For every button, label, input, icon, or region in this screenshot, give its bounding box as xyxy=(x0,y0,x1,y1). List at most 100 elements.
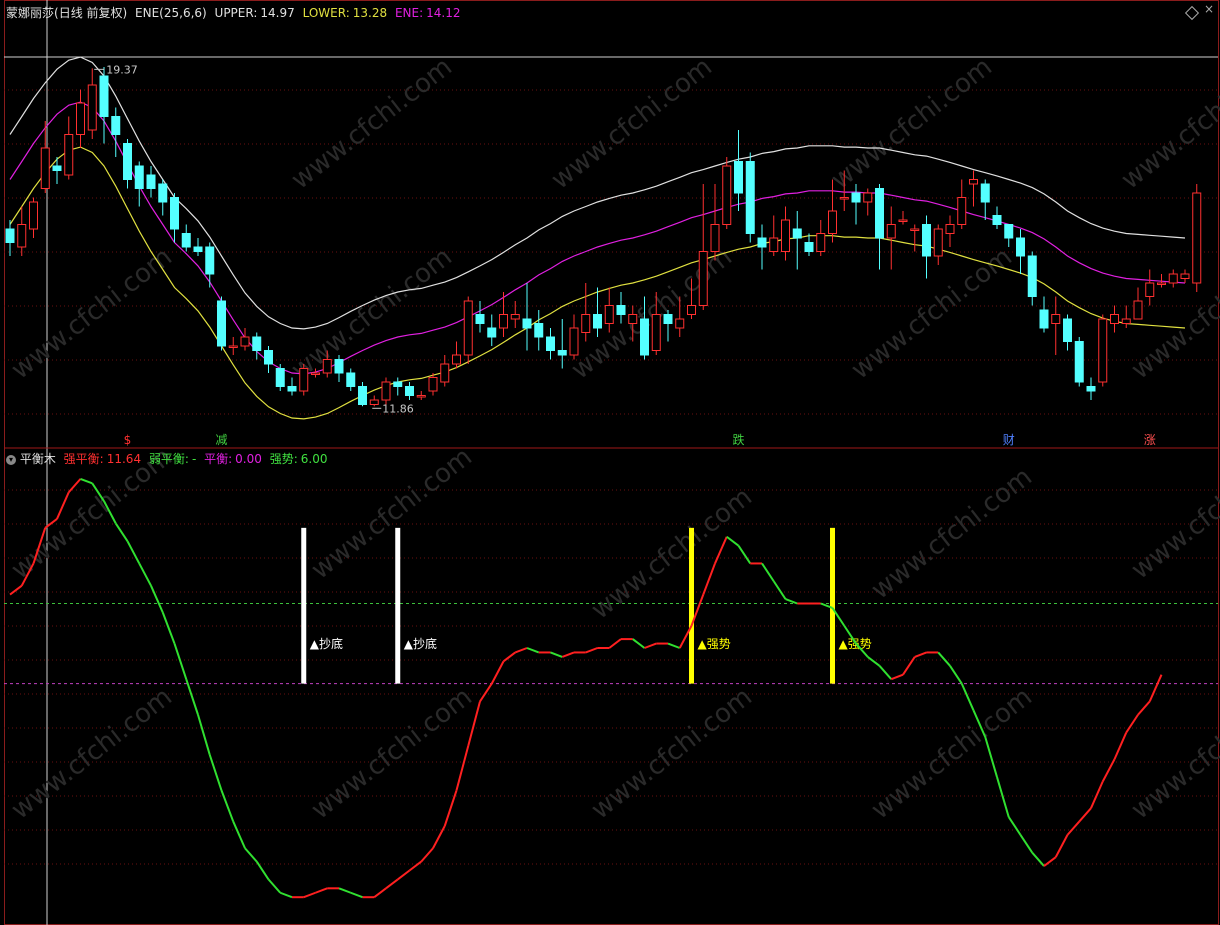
candle-body xyxy=(910,228,920,231)
candle-body xyxy=(1039,309,1049,329)
candle-body xyxy=(123,143,132,180)
candle-body xyxy=(181,233,191,248)
close-icon[interactable]: × xyxy=(1204,2,1214,16)
candle-body xyxy=(616,305,626,315)
chevron-down-icon[interactable]: ▾ xyxy=(6,454,16,465)
oscillator-segment xyxy=(408,860,422,872)
oscillator-segment xyxy=(561,651,575,658)
candle-body xyxy=(1004,224,1014,239)
candle-body xyxy=(640,318,649,356)
candle-body xyxy=(839,197,849,200)
ene-label: ENE: xyxy=(394,6,424,20)
candle-body xyxy=(381,381,391,401)
period-label[interactable]: (日线 前复权) xyxy=(54,6,127,20)
candle-body xyxy=(1074,341,1084,383)
upper-label: UPPER: xyxy=(214,6,258,20)
candle-body xyxy=(1121,318,1131,324)
oscillator-segment xyxy=(1101,758,1116,782)
candle-body xyxy=(581,314,591,333)
candle-body xyxy=(416,395,426,398)
oscillator-segment xyxy=(338,887,352,894)
oscillator-segment xyxy=(479,683,493,702)
candle-body xyxy=(111,116,121,135)
oscillator-segment xyxy=(197,714,211,756)
oscillator-segment xyxy=(667,642,681,649)
oscillator-segment xyxy=(80,477,93,485)
oscillator-segment xyxy=(244,847,258,863)
candle-body xyxy=(228,345,238,348)
candle-body xyxy=(393,381,403,387)
watermark-text: www.cfchi.com xyxy=(866,462,1038,606)
candle-body xyxy=(240,336,250,347)
candle-body xyxy=(957,197,967,225)
oscillator-segment xyxy=(949,665,963,685)
bottom-panel-header: ▾ 平衡木 强平衡: 11.64 弱平衡: - 平衡: 0.00 强势: 6.00 xyxy=(6,450,327,467)
stock-name[interactable]: 蒙娜丽莎 xyxy=(6,6,54,20)
candle-body xyxy=(205,246,215,275)
candle-body xyxy=(264,350,273,365)
candle-body xyxy=(546,336,555,351)
oscillator-segment xyxy=(890,673,904,681)
signal-bar xyxy=(301,527,307,684)
event-marker: 跌 xyxy=(732,432,744,447)
candle-body xyxy=(440,363,450,383)
candle-body xyxy=(816,233,826,252)
oscillator-segment xyxy=(1113,732,1128,760)
candle-body xyxy=(52,165,62,171)
oscillator-segment xyxy=(1066,820,1081,836)
candle-body xyxy=(1168,273,1178,284)
signal-label: ▲强势 xyxy=(698,637,731,651)
oscillator-segment xyxy=(1125,714,1139,734)
top-panel-header: 蒙娜丽莎(日线 前复权) ENE(25,6,6) UPPER: 14.97 LOW… xyxy=(6,4,460,21)
oscillator-segment xyxy=(644,642,657,649)
watermark-text: www.cfchi.com xyxy=(586,682,758,826)
watermark-text: www.cfchi.com xyxy=(6,242,178,386)
oscillator-segment xyxy=(385,878,399,890)
candle-body xyxy=(134,165,144,189)
signal-bar xyxy=(689,527,694,684)
candle-body xyxy=(158,183,168,203)
candle-body xyxy=(1063,318,1072,342)
candle-body xyxy=(992,215,1002,225)
candle-body xyxy=(428,377,438,392)
ene-value: 14.12 xyxy=(426,6,461,20)
oscillator-segment xyxy=(138,562,152,587)
candle-body xyxy=(17,224,27,248)
candle-body xyxy=(1157,282,1166,285)
candle-body xyxy=(745,161,755,234)
candle-body xyxy=(5,228,15,243)
candle-body xyxy=(604,305,614,324)
candle-body xyxy=(1192,192,1202,284)
oscillator-segment xyxy=(232,821,246,849)
candle-body xyxy=(863,192,873,203)
candle-body xyxy=(1027,255,1037,297)
candle-body xyxy=(898,219,908,222)
candle-body xyxy=(452,354,461,365)
candle-body xyxy=(569,327,579,356)
oscillator-segment xyxy=(1148,674,1163,702)
watermark-text: www.cfchi.com xyxy=(826,52,998,196)
candle-body xyxy=(593,314,602,329)
candle-body xyxy=(76,102,85,135)
oscillator-segment xyxy=(126,540,141,564)
candle-body xyxy=(510,314,520,320)
oscillator-segment xyxy=(714,536,728,564)
watermark-text: www.cfchi.com xyxy=(1126,682,1220,826)
candle-body xyxy=(792,228,802,239)
oscillator-segment xyxy=(350,891,363,899)
indicator-name[interactable]: ENE(25,6,6) xyxy=(135,6,207,20)
candle-body xyxy=(1051,314,1061,324)
candle-body xyxy=(534,323,544,338)
candle-body xyxy=(945,224,955,234)
weak-label: 弱平衡: xyxy=(148,452,189,466)
candle-body xyxy=(875,188,884,239)
oscillator-segment xyxy=(632,638,646,649)
indicator-title[interactable]: 平衡木 xyxy=(20,452,56,466)
candle-body xyxy=(170,197,179,230)
candle-body xyxy=(922,224,931,257)
candle-body xyxy=(687,305,696,315)
watermark-text: www.cfchi.com xyxy=(1126,442,1220,586)
oscillator-segment xyxy=(1090,781,1104,809)
oscillator-segment xyxy=(1137,700,1151,716)
oscillator-segment xyxy=(303,891,316,899)
